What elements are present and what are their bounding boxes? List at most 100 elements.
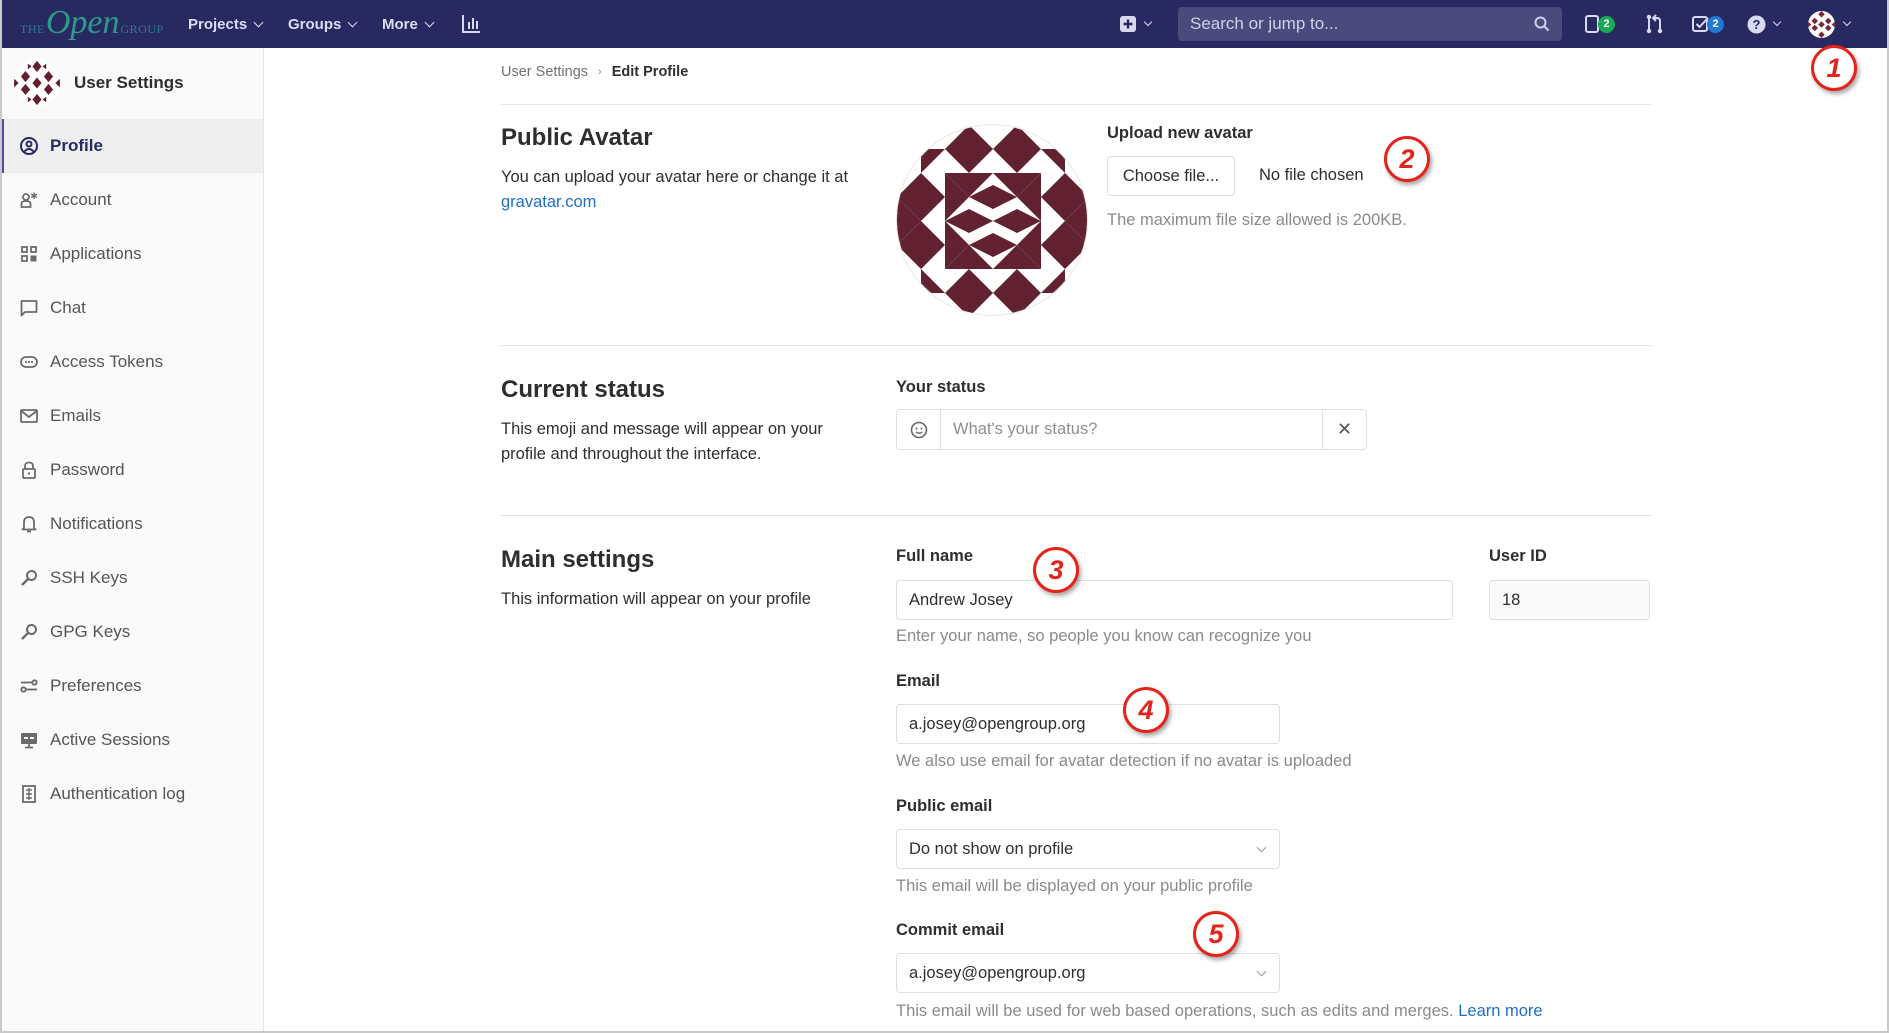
breadcrumb-user-settings[interactable]: User Settings xyxy=(501,64,588,80)
current-status-description: This emoji and message will appear on yo… xyxy=(501,420,823,463)
sidebar-item-preferences[interactable]: Preferences xyxy=(0,659,263,713)
sidebar-item-applications[interactable]: Applications xyxy=(0,227,263,281)
chevron-down-icon xyxy=(424,17,435,27)
top-navbar: THE Open GROUP Projects Groups More 2 2 … xyxy=(0,0,1889,48)
breadcrumb-edit-profile[interactable]: Edit Profile xyxy=(612,64,689,80)
logo-open: Open xyxy=(45,4,120,41)
preferences-icon xyxy=(20,677,38,695)
full-name-input[interactable] xyxy=(909,590,1440,610)
callout-marker-1: 1 xyxy=(1811,45,1857,91)
main-settings-description: This information will appear on your pro… xyxy=(501,590,811,608)
avatar-description-text: You can upload your avatar here or chang… xyxy=(501,168,849,186)
user-menu-dropdown[interactable] xyxy=(1808,0,1852,48)
chevron-down-icon xyxy=(347,17,358,27)
clear-status-button[interactable]: ✕ xyxy=(1322,410,1366,449)
status-message-input[interactable] xyxy=(953,420,1322,439)
callout-marker-4: 4 xyxy=(1123,687,1169,733)
email-help: We also use email for avatar detection i… xyxy=(896,752,1352,770)
sidebar-item-authentication-log[interactable]: Authentication log xyxy=(0,767,263,821)
commit-email-select[interactable]: a.josey@opengroup.org xyxy=(896,953,1280,993)
chevron-down-icon xyxy=(1842,17,1852,27)
issues-count-badge: 2 xyxy=(1598,15,1615,33)
public-email-label: Public email xyxy=(896,797,993,815)
issues-link[interactable]: 2 xyxy=(1585,0,1615,48)
nav-groups[interactable]: Groups xyxy=(288,0,358,48)
sidebar-item-label: Password xyxy=(50,460,125,479)
todos-link[interactable]: 2 xyxy=(1692,0,1724,48)
email-input[interactable] xyxy=(909,714,1267,734)
search-input[interactable] xyxy=(1190,14,1520,34)
commit-email-help: This email will be used for web based op… xyxy=(896,1002,1543,1021)
sidebar-item-label: Profile xyxy=(50,136,103,155)
activity-chart-icon[interactable] xyxy=(460,0,482,48)
help-dropdown[interactable]: ? xyxy=(1747,0,1782,48)
sidebar-item-gpg-keys[interactable]: GPG Keys xyxy=(0,605,263,659)
divider xyxy=(501,515,1651,516)
emoji-picker-button[interactable] xyxy=(897,410,941,449)
new-item-dropdown[interactable] xyxy=(1120,0,1153,48)
email-field[interactable] xyxy=(896,704,1280,744)
key-icon xyxy=(20,569,38,587)
smiley-icon xyxy=(910,421,927,438)
public-email-select[interactable]: Do not show on profile xyxy=(896,829,1280,869)
sidebar-item-label: Notifications xyxy=(50,514,143,533)
sidebar-item-emails[interactable]: Emails xyxy=(0,389,263,443)
applications-icon xyxy=(20,245,38,263)
sidebar-item-access-tokens[interactable]: Access Tokens xyxy=(0,335,263,389)
sidebar-item-label: Access Tokens xyxy=(50,352,164,371)
key-icon xyxy=(20,623,38,641)
email-label: Email xyxy=(896,672,941,690)
commit-email-selected-value: a.josey@opengroup.org xyxy=(909,963,1086,982)
chevron-down-icon xyxy=(1143,17,1153,27)
sidebar-item-label: SSH Keys xyxy=(50,568,128,587)
user-id-field: 18 xyxy=(1489,580,1650,620)
gravatar-link[interactable]: gravatar.com xyxy=(501,193,596,211)
open-group-logo[interactable]: THE Open GROUP xyxy=(20,6,164,42)
sidebar-item-account[interactable]: ✱ Account xyxy=(0,173,263,227)
token-icon xyxy=(20,353,38,371)
search-box[interactable] xyxy=(1178,7,1562,41)
settings-sidebar: User Settings Profile ✱ Account Applicat… xyxy=(0,48,264,1033)
chevron-down-icon xyxy=(1256,966,1267,977)
sidebar-item-label: Applications xyxy=(50,244,142,263)
todos-count-badge: 2 xyxy=(1707,15,1724,33)
sidebar-title: User Settings xyxy=(74,73,184,92)
sidebar-item-label: Emails xyxy=(50,406,102,425)
divider xyxy=(501,345,1651,346)
chevron-down-icon xyxy=(1772,17,1782,27)
choose-file-button[interactable]: Choose file... xyxy=(1107,156,1235,196)
profile-icon xyxy=(20,137,38,155)
sidebar-item-active-sessions[interactable]: Active Sessions xyxy=(0,713,263,767)
sidebar-item-chat[interactable]: Chat xyxy=(0,281,263,335)
learn-more-link[interactable]: Learn more xyxy=(1458,1002,1542,1020)
public-avatar-heading: Public Avatar xyxy=(501,124,653,151)
sidebar-item-label: Active Sessions xyxy=(50,730,170,749)
sidebar-item-password[interactable]: Password xyxy=(0,443,263,497)
main-settings-heading: Main settings xyxy=(501,546,655,573)
svg-text:?: ? xyxy=(1753,17,1761,32)
sidebar-item-ssh-keys[interactable]: SSH Keys xyxy=(0,551,263,605)
bell-icon xyxy=(20,515,38,533)
sidebar-item-notifications[interactable]: Notifications xyxy=(0,497,263,551)
full-name-field[interactable] xyxy=(896,580,1453,620)
user-id-value: 18 xyxy=(1502,590,1521,609)
chevron-down-icon xyxy=(1256,842,1267,853)
svg-text:✱: ✱ xyxy=(30,191,38,201)
sidebar-header[interactable]: User Settings xyxy=(14,60,184,106)
merge-request-icon xyxy=(1646,14,1663,34)
logo-the: THE xyxy=(20,22,45,36)
current-avatar-image xyxy=(896,124,1088,316)
merge-requests-link[interactable] xyxy=(1645,0,1665,48)
nav-projects[interactable]: Projects xyxy=(188,0,264,48)
nav-groups-label: Groups xyxy=(288,15,342,33)
help-question-icon: ? xyxy=(1747,15,1766,33)
log-icon xyxy=(20,785,38,803)
upload-avatar-label: Upload new avatar xyxy=(1107,124,1253,142)
nav-more[interactable]: More xyxy=(382,0,435,48)
public-email-help: This email will be displayed on your pub… xyxy=(896,877,1253,895)
sidebar-item-profile[interactable]: Profile xyxy=(0,119,263,173)
user-id-label: User ID xyxy=(1489,547,1547,565)
full-name-label: Full name xyxy=(896,547,974,565)
envelope-icon xyxy=(20,407,38,425)
public-avatar-description: You can upload your avatar here or chang… xyxy=(501,165,861,215)
